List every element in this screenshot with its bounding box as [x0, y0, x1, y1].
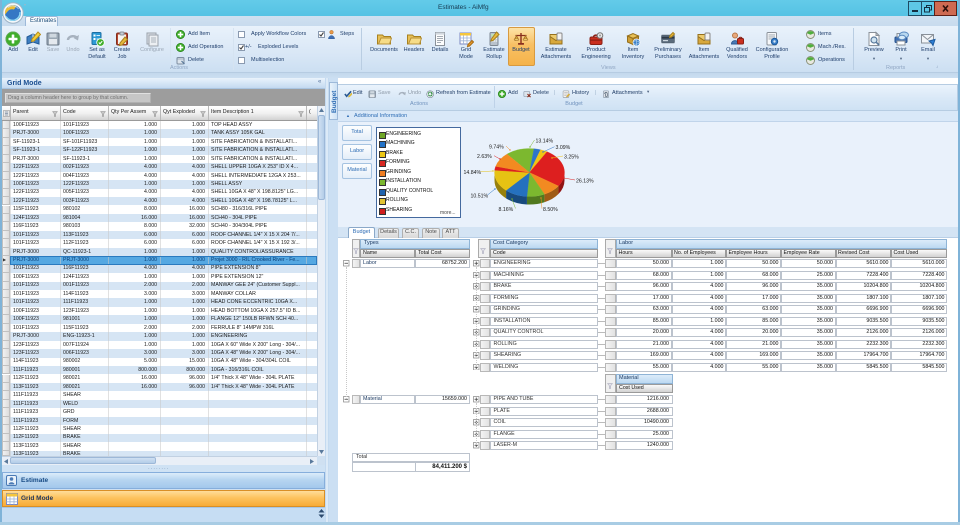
svg-text:10.51%: 10.51% — [471, 193, 489, 199]
svg-text:3.25%: 3.25% — [564, 154, 579, 160]
svg-text:Budget: Budget — [331, 90, 338, 113]
svg-text:2.63%: 2.63% — [477, 154, 492, 160]
svg-text:13.14%: 13.14% — [536, 138, 554, 144]
svg-text:8.16%: 8.16% — [499, 207, 514, 213]
svg-text:3.09%: 3.09% — [556, 145, 571, 151]
svg-text:26.13%: 26.13% — [576, 178, 594, 184]
svg-text:9.74%: 9.74% — [489, 144, 504, 150]
svg-text:14.84%: 14.84% — [464, 170, 482, 176]
svg-text:8.50%: 8.50% — [543, 207, 558, 213]
